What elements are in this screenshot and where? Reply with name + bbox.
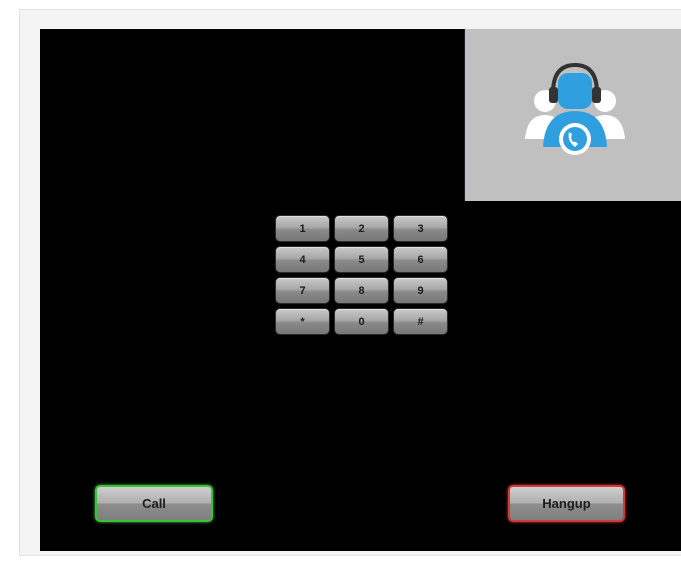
dialpad-key-star[interactable]: *	[275, 308, 330, 335]
call-button[interactable]: Call	[95, 485, 213, 522]
dialpad-key-8[interactable]: 8	[334, 277, 389, 304]
dialpad: 1 2 3 4 5 6 7 8 9 * 0 #	[275, 215, 448, 335]
dialpad-key-7[interactable]: 7	[275, 277, 330, 304]
hangup-button[interactable]: Hangup	[508, 485, 625, 522]
dialpad-key-hash[interactable]: #	[393, 308, 448, 335]
dialpad-key-1[interactable]: 1	[275, 215, 330, 242]
call-center-agent-icon	[525, 62, 625, 155]
dialpad-key-0[interactable]: 0	[334, 308, 389, 335]
dialpad-key-3[interactable]: 3	[393, 215, 448, 242]
dialpad-key-4[interactable]: 4	[275, 246, 330, 273]
local-video-preview	[464, 29, 681, 201]
dialpad-key-5[interactable]: 5	[334, 246, 389, 273]
dialpad-key-6[interactable]: 6	[393, 246, 448, 273]
dialpad-key-2[interactable]: 2	[334, 215, 389, 242]
dialpad-key-9[interactable]: 9	[393, 277, 448, 304]
